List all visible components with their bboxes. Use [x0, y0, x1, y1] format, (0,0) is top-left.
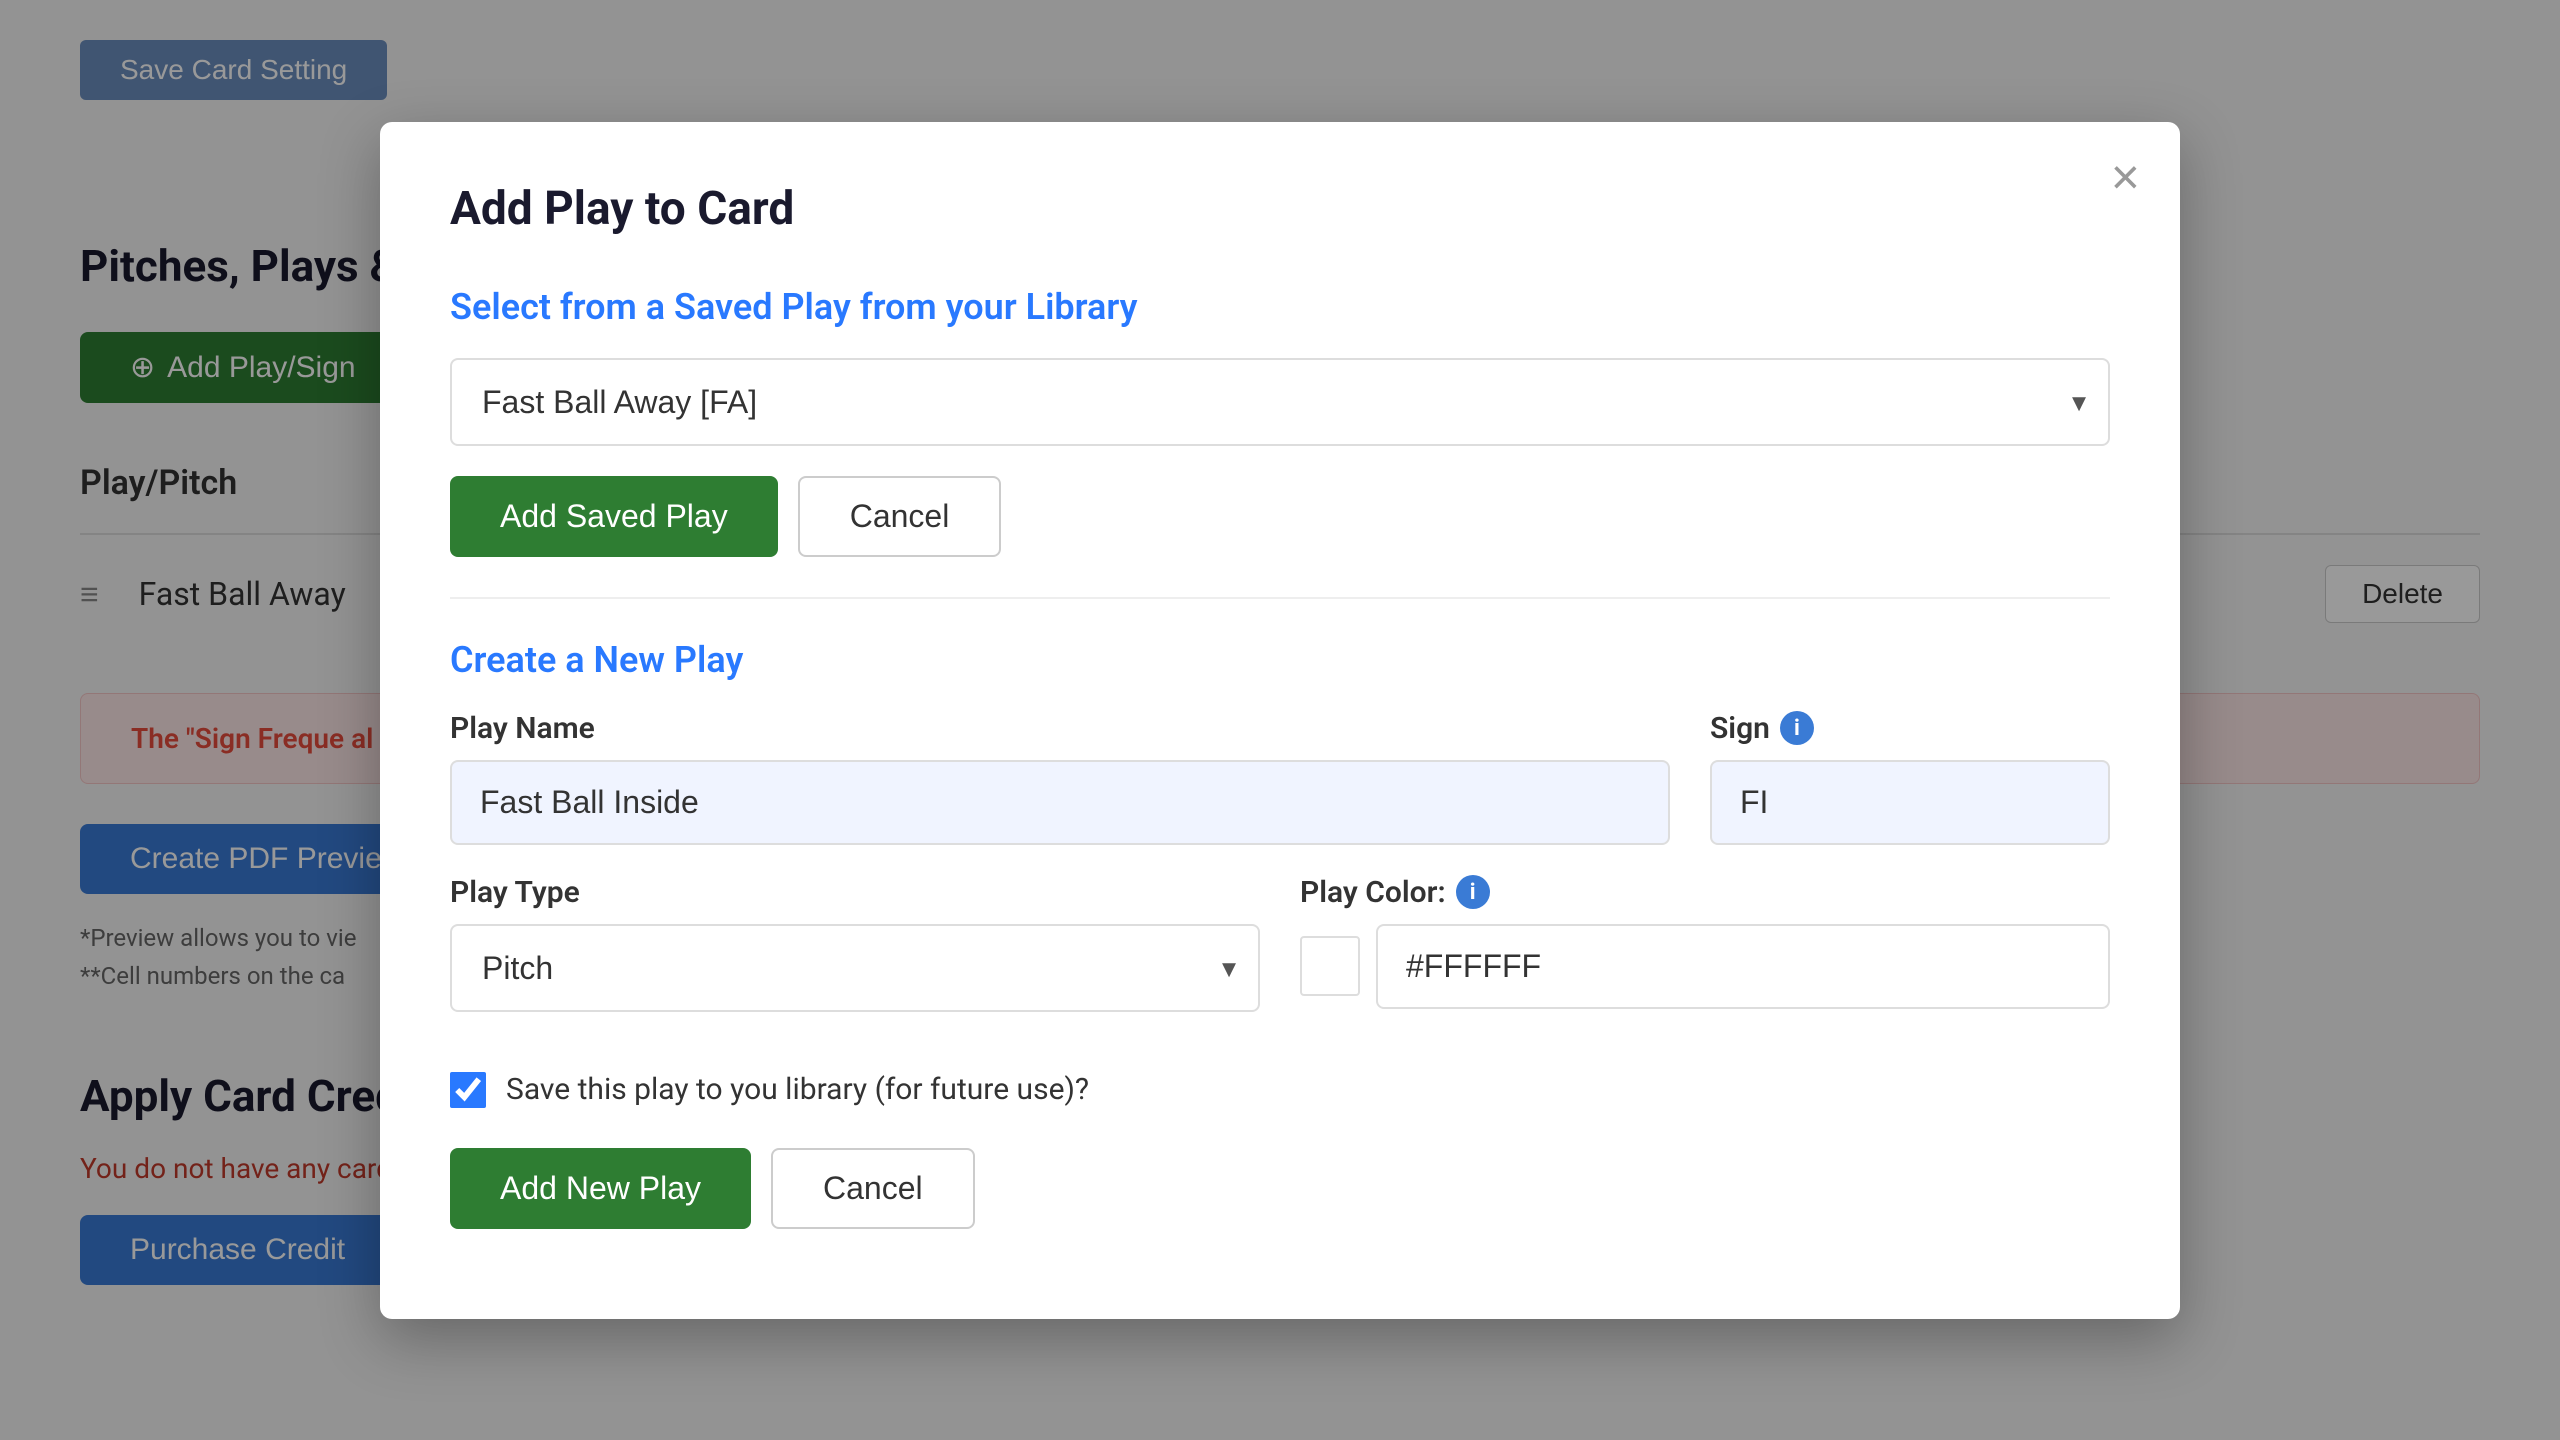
add-new-play-button[interactable]: Add New Play	[450, 1148, 751, 1229]
save-checkbox-row: Save this play to you library (for futur…	[450, 1072, 2110, 1108]
play-name-input[interactable]	[450, 760, 1670, 845]
sign-label: Sign i	[1710, 711, 2110, 746]
new-play-buttons: Add New Play Cancel	[450, 1148, 2110, 1229]
play-type-group: Play Type PitchSignPlay ▾	[450, 875, 1260, 1042]
save-library-label: Save this play to you library (for futur…	[506, 1072, 1089, 1107]
sign-input[interactable]	[1710, 760, 2110, 845]
saved-play-dropdown-wrapper: Fast Ball Away [FA]Fast Ball Inside [FI]…	[450, 358, 2110, 446]
play-color-group: Play Color: i	[1300, 875, 2110, 1009]
play-color-label: Play Color: i	[1300, 875, 2110, 910]
modal-close-button[interactable]: ×	[2111, 152, 2140, 202]
color-input-row	[1300, 924, 2110, 1009]
play-type-label: Play Type	[450, 875, 1260, 910]
add-play-modal: × Add Play to Card Select from a Saved P…	[380, 122, 2180, 1319]
play-color-info-icon: i	[1456, 875, 1490, 909]
play-name-sign-row: Play Name Sign i	[450, 711, 2110, 845]
new-play-section: Create a New Play Play Name Sign i	[450, 639, 2110, 1229]
saved-play-section-title: Select from a Saved Play from your Libra…	[450, 286, 2110, 328]
sign-group: Sign i	[1710, 711, 2110, 845]
play-type-dropdown[interactable]: PitchSignPlay	[450, 924, 1260, 1012]
sign-info-icon: i	[1780, 711, 1814, 745]
saved-play-section: Select from a Saved Play from your Libra…	[450, 286, 2110, 557]
cancel-new-play-button[interactable]: Cancel	[771, 1148, 975, 1229]
new-play-section-title: Create a New Play	[450, 639, 2110, 681]
play-type-dropdown-wrapper: PitchSignPlay ▾	[450, 924, 1260, 1012]
modal-title: Add Play to Card	[450, 182, 2110, 236]
color-text-input[interactable]	[1376, 924, 2110, 1009]
section-divider	[450, 597, 2110, 599]
save-library-checkbox[interactable]	[450, 1072, 486, 1108]
modal-overlay: × Add Play to Card Select from a Saved P…	[0, 0, 2560, 1440]
color-swatch[interactable]	[1300, 936, 1360, 996]
play-name-group: Play Name	[450, 711, 1670, 845]
add-saved-play-button[interactable]: Add Saved Play	[450, 476, 778, 557]
saved-play-dropdown[interactable]: Fast Ball Away [FA]Fast Ball Inside [FI]…	[450, 358, 2110, 446]
saved-play-buttons: Add Saved Play Cancel	[450, 476, 2110, 557]
play-type-color-row: Play Type PitchSignPlay ▾ Play Color: i	[450, 875, 2110, 1042]
play-name-label: Play Name	[450, 711, 1670, 746]
cancel-saved-play-button[interactable]: Cancel	[798, 476, 1002, 557]
